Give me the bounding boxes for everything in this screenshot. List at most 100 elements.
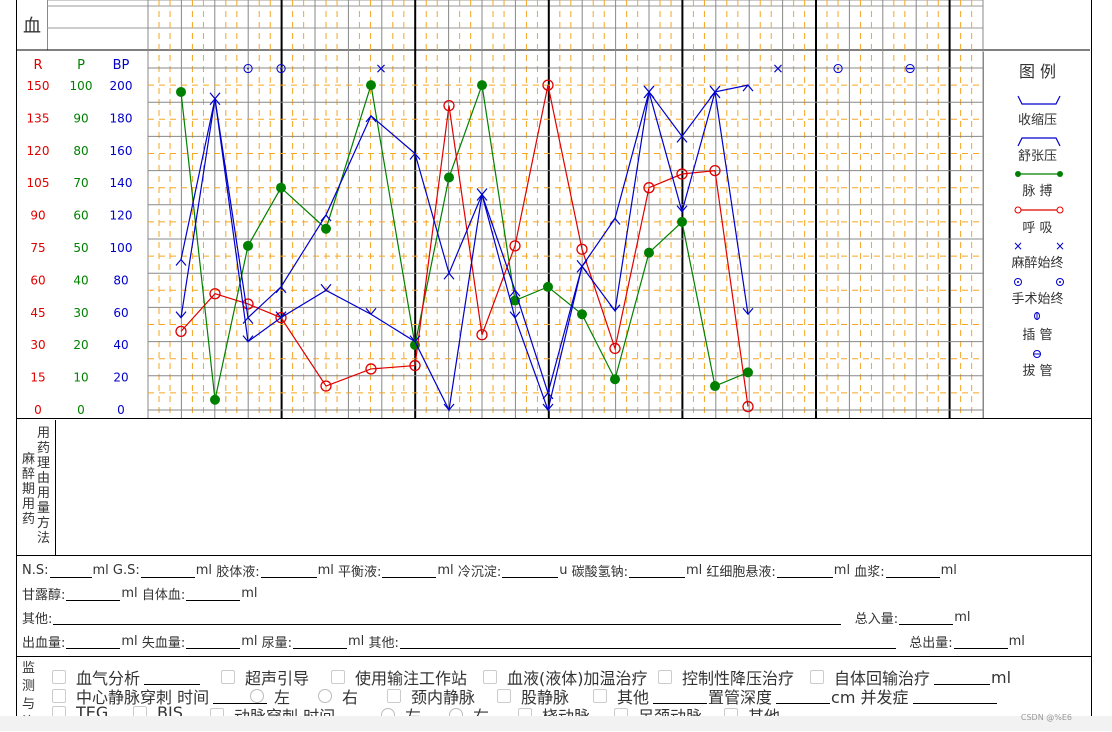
tick-label: 75 xyxy=(30,241,45,255)
fluid-ns-input[interactable] xyxy=(49,563,92,578)
checkbox[interactable] xyxy=(52,670,66,684)
fluid-label-other-out: 其他: xyxy=(368,636,399,651)
tick-label: 15 xyxy=(30,371,45,385)
checkbox[interactable] xyxy=(483,670,497,684)
tick-label: 105 xyxy=(27,176,50,190)
pulse-point xyxy=(677,216,687,227)
complication-label: cm 并发症 xyxy=(831,688,909,707)
fluid-label-mannitol: 甘露醇: xyxy=(22,588,66,603)
complication-input[interactable] xyxy=(912,689,997,704)
depth-input[interactable] xyxy=(776,689,831,704)
tick-label: 120 xyxy=(27,144,50,158)
medication-bottom-line xyxy=(16,555,1091,556)
fluid-total-out-input[interactable] xyxy=(953,634,1008,649)
fluid-urine-input[interactable] xyxy=(293,634,348,649)
tick-label: 150 xyxy=(27,79,50,93)
fluid-unit: ml xyxy=(317,563,334,578)
radio[interactable] xyxy=(250,689,264,703)
pulse-point xyxy=(610,374,620,385)
pulse-point xyxy=(743,367,753,378)
bp-series-line xyxy=(180,91,749,413)
fluid-unit: ml xyxy=(685,563,703,578)
chart-bottom-line xyxy=(16,418,1091,419)
fluid-rbc-input[interactable] xyxy=(776,563,833,578)
fluid-unit: ml xyxy=(92,563,109,578)
fluid-label-total-out: 总出量: xyxy=(909,636,953,651)
svg-text:×: × xyxy=(1055,239,1065,253)
legend-title: 图 例 xyxy=(1018,62,1057,81)
autotransfusion-input[interactable] xyxy=(934,670,991,685)
legend-pulse-dot xyxy=(1015,171,1021,177)
pulse-point xyxy=(176,86,186,97)
checkbox[interactable] xyxy=(658,670,672,684)
pulse-point xyxy=(710,381,720,392)
chart-legend: 图 例 × × 收缩压 舒张压 脉 搏 呼 吸 麻醉始终 手术始终 插 管 拔 … xyxy=(983,52,1091,418)
fluid-label-plasma: 血浆: xyxy=(854,565,885,580)
fluid-unit: ml xyxy=(241,634,258,649)
fluid-label-rbc: 红细胞悬液: xyxy=(706,565,776,580)
fluid-unit: ml xyxy=(940,563,957,578)
pulse-point xyxy=(321,223,331,234)
fluid-blood-loss-input[interactable] xyxy=(186,634,241,649)
pulse-series-line xyxy=(180,84,749,400)
fluid-other-out-input[interactable] xyxy=(399,634,896,649)
fluid-cryo-input[interactable] xyxy=(502,563,559,578)
checkbox[interactable] xyxy=(331,670,345,684)
legend-item-surgery: 手术始终 xyxy=(1011,292,1064,307)
legend-item-anesthesia: 麻醉始终 xyxy=(1011,256,1064,271)
checkbox[interactable] xyxy=(593,689,607,703)
tick-label: 80 xyxy=(113,273,128,287)
checkbox[interactable] xyxy=(221,670,235,684)
fluid-autologous-input[interactable] xyxy=(186,586,241,601)
fluid-label-total-in: 总入量: xyxy=(854,612,899,627)
fluids-row-3: 其他: 总入量: ml xyxy=(22,608,970,627)
tick-label: 0 xyxy=(117,403,125,417)
tick-label: 80 xyxy=(73,144,88,158)
fluid-unit: ml xyxy=(241,586,258,601)
pulse-point xyxy=(243,240,253,251)
pulse-point xyxy=(477,80,487,91)
tick-label: 100 xyxy=(70,79,93,93)
tick-label: 30 xyxy=(30,338,45,352)
fluid-balanced-input[interactable] xyxy=(382,563,437,578)
fluid-unit: ml xyxy=(437,563,454,578)
tick-label: 60 xyxy=(73,209,88,223)
bp-point xyxy=(365,307,377,316)
fluid-colloid-input[interactable] xyxy=(260,563,317,578)
tick-label: 0 xyxy=(77,403,85,417)
pulse-point xyxy=(276,182,286,193)
fluid-label-colloid: 胶体液: xyxy=(216,565,260,580)
event-marker: × xyxy=(772,61,784,77)
other-vein-input[interactable] xyxy=(653,689,708,704)
fluid-bicarb-input[interactable] xyxy=(628,563,685,578)
fluid-other-input[interactable] xyxy=(53,610,842,625)
legend-item-intubation: 插 管 xyxy=(1022,328,1053,343)
checkbox[interactable] xyxy=(497,689,511,703)
checkbox[interactable] xyxy=(387,689,401,703)
radio[interactable] xyxy=(318,689,332,703)
fluid-label-gs: G.S: xyxy=(112,563,140,578)
legend-item-pulse: 脉 搏 xyxy=(1022,184,1053,199)
fluids-row-2: 甘露醇: ml 自体血: ml xyxy=(22,584,257,603)
checkbox[interactable] xyxy=(52,689,66,703)
fluid-bleeding-input[interactable] xyxy=(66,634,121,649)
watermark: CSDN @%E6 xyxy=(1020,713,1072,722)
blood-gas-input[interactable] xyxy=(144,670,201,685)
fluid-label-urine: 尿量: xyxy=(261,636,293,651)
medication-section: 麻醉期用药 用药理由用量方法 xyxy=(17,420,56,555)
tick-label: 160 xyxy=(110,144,133,158)
legend-item-extubation: 拔 管 xyxy=(1022,364,1053,379)
tick-label: 60 xyxy=(113,306,128,320)
fluid-label-blood-loss: 失血量: xyxy=(141,636,186,651)
checkbox[interactable] xyxy=(810,670,824,684)
pulse-point xyxy=(444,172,454,183)
fluid-mannitol-input[interactable] xyxy=(66,586,121,601)
fluid-label-balanced: 平衡液: xyxy=(338,565,382,580)
fluid-total-in-input[interactable] xyxy=(899,610,954,625)
legend-systolic-symbol xyxy=(1017,95,1061,105)
fluid-unit: ml xyxy=(121,586,138,601)
fluid-plasma-input[interactable] xyxy=(885,563,940,578)
fluid-gs-input[interactable] xyxy=(140,563,195,578)
tick-label: 40 xyxy=(113,338,128,352)
pulse-point xyxy=(543,281,553,292)
